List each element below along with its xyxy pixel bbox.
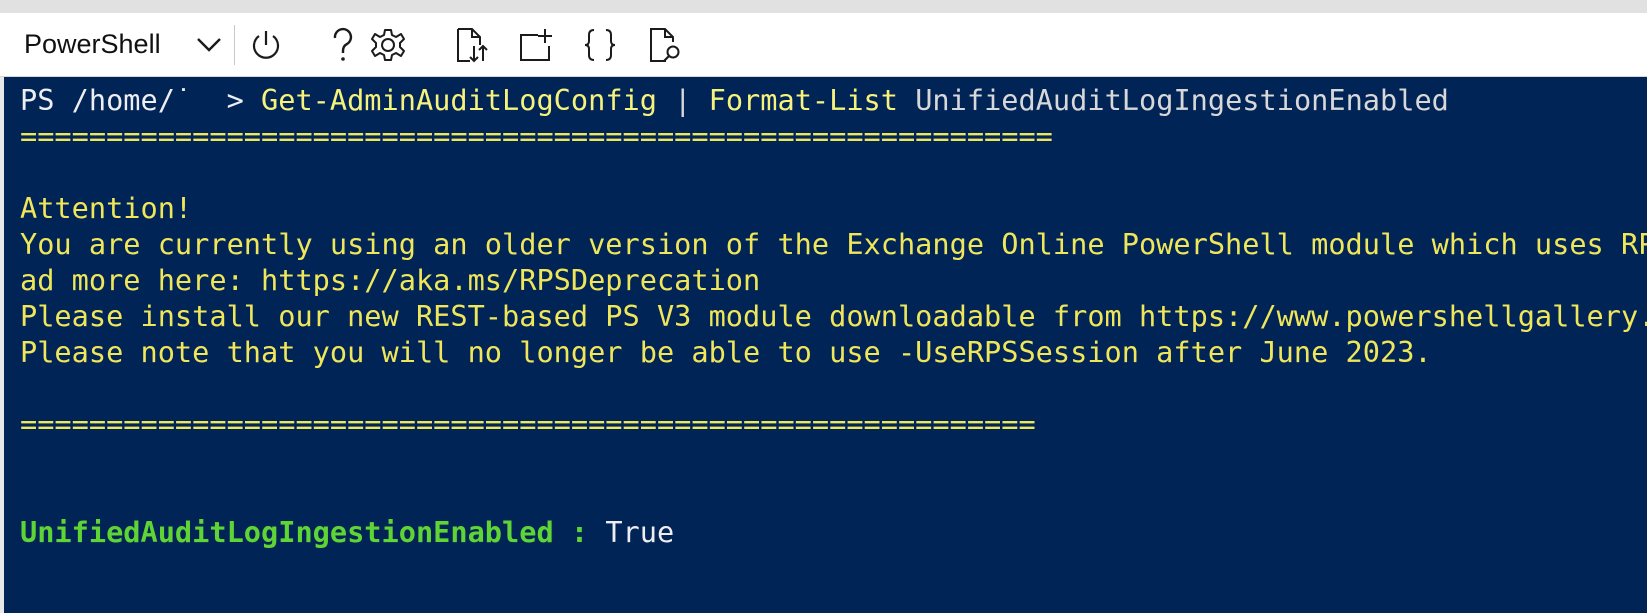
separator-line-top: ========================================… (20, 119, 1053, 153)
attention-heading: Attention! (20, 191, 193, 225)
chevron-down-icon (197, 38, 221, 52)
toolbar-divider (234, 25, 235, 65)
upload-download-files-button[interactable] (449, 23, 493, 67)
result-property-name: UnifiedAuditLogIngestionEnabled : (20, 515, 606, 549)
shell-type-label: PowerShell (24, 28, 161, 59)
warning-line-3: Please install our new REST-based PS V3 … (20, 299, 1647, 333)
shell-type-dropdown[interactable]: PowerShell (12, 23, 224, 65)
window-top-edge (0, 0, 1647, 13)
command-get-adminauditlogconfig: Get-AdminAuditLogConfig (261, 83, 657, 117)
help-icon (333, 27, 353, 61)
restart-icon (252, 31, 280, 59)
new-session-icon (520, 29, 552, 61)
prompt: PS /home/˙ > (20, 83, 262, 117)
result-value: True (605, 515, 675, 549)
pipe-operator: | (656, 83, 709, 117)
warning-line-2: ad more here: https://aka.ms/RPSDeprecat… (20, 263, 761, 297)
braces-icon (584, 29, 616, 61)
warning-line-4: Please note that you will no longer be a… (20, 335, 1432, 369)
terminal-output[interactable]: PS /home/˙ > Get-AdminAuditLogConfig | F… (0, 77, 1647, 613)
restart-button[interactable] (244, 23, 288, 67)
gear-icon (371, 29, 405, 61)
command-argument: UnifiedAuditLogIngestionEnabled (898, 83, 1449, 117)
separator-line-bottom: ========================================… (20, 407, 1036, 441)
result-line: UnifiedAuditLogIngestionEnabled : True (20, 513, 674, 551)
settings-button[interactable] (366, 23, 410, 67)
warning-line-1: You are currently using an older version… (20, 227, 1647, 261)
new-session-button[interactable] (514, 23, 558, 67)
web-preview-button[interactable] (643, 23, 687, 67)
command-line: PS /home/˙ > Get-AdminAuditLogConfig | F… (20, 81, 1449, 119)
upload-download-icon (457, 28, 488, 63)
file-search-icon (650, 28, 680, 62)
command-format-list: Format-List (708, 83, 898, 117)
cloud-shell-toolbar: PowerShell (0, 13, 1647, 77)
help-button[interactable] (321, 23, 365, 67)
open-editor-button[interactable] (578, 23, 622, 67)
